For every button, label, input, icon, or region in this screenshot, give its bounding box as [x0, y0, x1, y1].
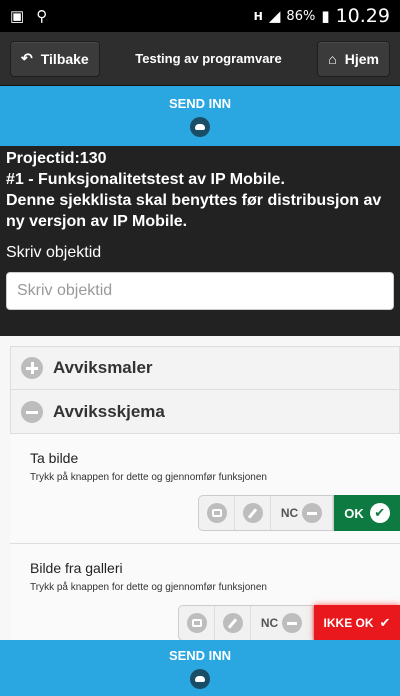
item-title: Ta bilde: [30, 450, 79, 466]
gallery-icon: ▣: [10, 8, 25, 25]
cloud-upload-icon: [190, 668, 210, 689]
nc-button[interactable]: NC: [251, 606, 313, 640]
send-label: SEND INN: [168, 647, 232, 663]
minus-icon: [302, 503, 323, 523]
item-title: Bilde fra galleri: [30, 560, 123, 576]
signal-icon: ◢: [268, 7, 281, 25]
status-bar: ▣ ⚲ H ◢ 86% ▮ 10.29: [0, 0, 400, 32]
ikke-ok-button[interactable]: IKKE OK ✔: [314, 605, 400, 641]
search-icon: ⚲: [36, 8, 48, 25]
battery-icon: ▮: [321, 7, 330, 25]
back-button[interactable]: ↶ Tilbake: [10, 40, 100, 77]
collapsible-set: Avviksmaler Avviksskjema Ta bilde Trykk …: [10, 346, 400, 654]
back-label: Tilbake: [40, 50, 89, 67]
ok-label: OK: [344, 505, 364, 521]
item-description: Trykk på knappen for dette og gjennomfør…: [30, 472, 267, 483]
control-group: NC: [198, 495, 334, 531]
camera-button[interactable]: [199, 496, 235, 530]
pencil-icon: [242, 503, 263, 523]
minus-icon: [282, 613, 303, 633]
home-label: Hjem: [344, 50, 379, 67]
send-button-bottom[interactable]: SEND INN: [0, 640, 400, 696]
nc-label: NC: [280, 506, 299, 520]
section-avviksmaler[interactable]: Avviksmaler: [10, 346, 400, 390]
nav-bar: ↶ Tilbake Testing av programvare ⌂ Hjem: [0, 32, 400, 86]
check-icon: ✔: [379, 615, 391, 631]
send-button-top[interactable]: SEND INN: [0, 86, 400, 146]
page-title: Testing av programvare: [135, 51, 282, 66]
section-label: Avviksskjema: [53, 401, 165, 421]
nc-label: NC: [260, 616, 279, 630]
home-button[interactable]: ⌂ Hjem: [317, 40, 390, 77]
objekt-label: Skriv objektid: [6, 244, 102, 261]
project-header: Projectid:130 #1 - Funksjonalitetstest a…: [0, 146, 400, 336]
item-description: Trykk på knappen for dette og gjennomfør…: [30, 582, 267, 593]
section-label: Avviksmaler: [53, 358, 153, 377]
checklist-item: Ta bilde Trykk på knappen for dette og g…: [10, 434, 400, 544]
control-group: NC: [178, 605, 314, 641]
battery-percent: 86%: [286, 8, 316, 24]
nc-button[interactable]: NC: [271, 496, 333, 530]
plus-icon: [21, 357, 43, 379]
network-type: H: [253, 9, 263, 23]
minus-icon: [21, 400, 43, 423]
item-controls: NC IKKE OK ✔: [30, 605, 400, 641]
edit-button[interactable]: [235, 496, 271, 530]
item-controls: NC OK ✔: [30, 495, 400, 531]
ok-button[interactable]: OK ✔: [334, 495, 400, 531]
section-avviksskjema[interactable]: Avviksskjema: [10, 390, 400, 434]
edit-button[interactable]: [215, 606, 251, 640]
camera-icon: [186, 613, 207, 633]
send-label: SEND INN: [168, 95, 232, 111]
project-title: #1 - Funksjonalitetstest av IP Mobile.: [6, 171, 285, 188]
pencil-icon: [222, 613, 243, 633]
camera-icon: [206, 503, 227, 523]
camera-button[interactable]: [179, 606, 215, 640]
ikke-ok-label: IKKE OK: [323, 616, 374, 630]
objekt-input[interactable]: Skriv objektid: [6, 272, 394, 310]
checklist-item: Bilde fra galleri Trykk på knappen for d…: [10, 544, 400, 654]
back-arrow-icon: ↶: [21, 50, 33, 66]
cloud-upload-icon: [190, 116, 210, 137]
project-description: Denne sjekklista skal benyttes før distr…: [6, 192, 382, 230]
home-icon: ⌂: [328, 50, 337, 67]
clock: 10.29: [335, 5, 390, 27]
check-icon: ✔: [369, 503, 390, 523]
project-id: Projectid:130: [6, 150, 107, 167]
